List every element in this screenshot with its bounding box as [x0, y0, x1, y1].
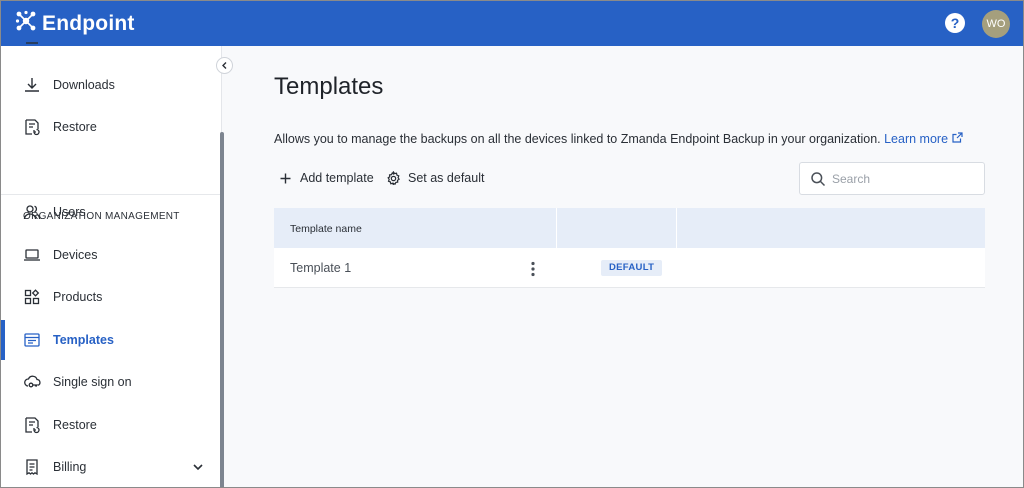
sidebar-item-label: Downloads: [53, 78, 115, 92]
users-icon: [23, 203, 41, 221]
default-badge: DEFAULT: [601, 260, 663, 276]
sidebar-item-restore-top[interactable]: Restore: [1, 107, 220, 147]
templates-table: Template name Template 1 DEFAULT: [274, 208, 985, 288]
sidebar-item-billing[interactable]: Billing: [1, 447, 220, 487]
learn-more-link[interactable]: Learn more: [884, 132, 963, 146]
sidebar-item-templates[interactable]: Templates: [1, 320, 220, 360]
products-icon: [23, 288, 41, 306]
endpoint-logo-icon: [15, 10, 37, 37]
sidebar-item-restore[interactable]: Restore: [1, 405, 220, 445]
column-header-template-name[interactable]: Template name: [290, 223, 362, 235]
sidebar-item-label: Templates: [53, 333, 114, 347]
template-icon: [23, 331, 41, 349]
learn-more-label: Learn more: [884, 132, 949, 146]
brand-name: Endpoint: [42, 11, 135, 35]
download-icon: [23, 76, 41, 94]
set-as-default-button[interactable]: Set as default: [386, 170, 484, 186]
sidebar-item-label: Single sign on: [53, 375, 132, 389]
column-separator: [676, 208, 677, 248]
sidebar-item-label: Restore: [53, 418, 97, 432]
sidebar-item-products[interactable]: Products: [1, 277, 220, 317]
main-content: Templates Allows you to manage the backu…: [224, 46, 1023, 487]
brand[interactable]: Endpoint: [15, 10, 135, 37]
external-link-icon: [952, 132, 963, 143]
restore-icon: [23, 416, 41, 434]
table-row[interactable]: Template 1 DEFAULT: [274, 248, 985, 288]
sidebar-item-label: Devices: [53, 248, 98, 262]
sidebar-item-label: Users: [53, 205, 86, 219]
search-input[interactable]: [832, 170, 977, 188]
sidebar-item-users[interactable]: Users: [1, 192, 220, 232]
template-name-cell: Template 1: [290, 261, 352, 275]
receipt-icon: [23, 458, 41, 476]
page-title: Templates: [274, 73, 384, 100]
sidebar-item-partial[interactable]: [1, 40, 220, 54]
search-box: [799, 162, 985, 195]
column-separator: [556, 208, 557, 248]
more-options-icon[interactable]: [530, 261, 536, 277]
search-icon: [811, 172, 826, 187]
collapse-sidebar-button[interactable]: [216, 57, 233, 74]
chevron-down-icon[interactable]: [191, 460, 205, 474]
sidebar-item-label: Products: [53, 290, 103, 304]
partial-icon: [23, 34, 41, 52]
table-header: Template name: [274, 208, 985, 248]
sidebar-item-label: Restore: [53, 120, 97, 134]
cloud-key-icon: [23, 373, 41, 391]
sidebar-item-label: Billing: [53, 460, 87, 474]
description-text: Allows you to manage the backups on all …: [274, 132, 881, 146]
app-window: Endpoint ? WO Downloads Restore ORGANIZA…: [0, 0, 1024, 488]
add-template-button[interactable]: Add template: [278, 170, 374, 186]
chevron-left-icon: [222, 62, 227, 69]
help-icon[interactable]: ?: [945, 13, 965, 33]
sidebar-item-single-sign-on[interactable]: Single sign on: [1, 362, 220, 402]
add-template-label: Add template: [300, 171, 374, 185]
avatar[interactable]: WO: [982, 10, 1010, 38]
set-as-default-label: Set as default: [408, 171, 485, 185]
gear-icon: [387, 170, 400, 185]
laptop-icon: [23, 246, 41, 264]
plus-icon: [280, 173, 291, 183]
restore-icon: [23, 118, 41, 136]
sidebar: Downloads Restore ORGANIZATION MANAGEMEN…: [1, 42, 224, 487]
sidebar-item-devices[interactable]: Devices: [1, 235, 220, 275]
sidebar-item-downloads[interactable]: Downloads: [1, 65, 220, 105]
page-description: Allows you to manage the backups on all …: [274, 132, 963, 146]
